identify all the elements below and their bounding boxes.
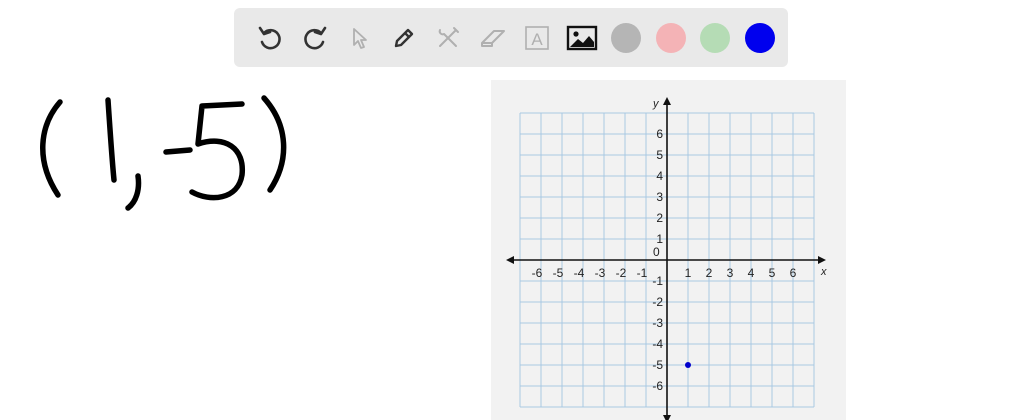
undo-icon (258, 26, 282, 49)
y-tick-label: 5 (656, 148, 663, 162)
y-tick-label: -4 (652, 337, 663, 351)
x-tick-label: -4 (574, 266, 585, 280)
coordinate-plane: -6 -5 -4 -3 -2 -1 1 2 3 4 5 6654321-1-2-3-4-5-6 x y… (506, 97, 827, 420)
x-tick-label: -1 (637, 266, 648, 280)
coordinate-graph-panel: -6 -5 -4 -3 -2 -1 1 2 3 4 5 6 6 5 4 3 2 1 -1 -2 -3 -4 -5 -6 x y… (491, 80, 846, 420)
color-red-button[interactable] (649, 16, 694, 60)
drawing-toolbar: A (234, 8, 788, 67)
x-axis-arrow-left (506, 256, 514, 264)
y-axis-arrow-down (663, 415, 671, 420)
tools-icon (438, 26, 460, 47)
svg-text:A: A (532, 30, 544, 49)
x-tick-label: -3 (595, 266, 606, 280)
color-gray-button[interactable] (604, 16, 649, 60)
pen-icon (394, 28, 413, 47)
pen-button[interactable] (382, 16, 427, 60)
eraser-icon (480, 29, 505, 47)
image-button[interactable] (560, 16, 605, 60)
color-swatch-green (700, 22, 731, 53)
eraser-button[interactable] (471, 16, 516, 60)
y-tick-label: 6 (656, 127, 663, 141)
y-axis-arrow-up (663, 97, 671, 105)
color-green-button[interactable] (693, 16, 738, 60)
y-tick-label: -1 (652, 274, 663, 288)
select-button[interactable] (337, 16, 382, 60)
y-tick-label: 1 (656, 232, 663, 246)
color-swatch-blue (744, 22, 775, 53)
undo-button[interactable] (248, 16, 293, 60)
x-tick-label: 6 (790, 266, 797, 280)
x-tick-label: 3 (727, 266, 734, 280)
y-tick-label: 2 (656, 211, 663, 225)
y-tick-label: -6 (652, 379, 663, 393)
y-tick-label: -5 (652, 358, 663, 372)
color-swatch-red (655, 22, 686, 53)
y-tick-label: 3 (656, 190, 663, 204)
tools-button[interactable] (426, 16, 471, 60)
x-tick-label: -6 (532, 266, 543, 280)
image-icon (566, 25, 597, 50)
color-swatch-gray (611, 22, 642, 53)
x-tick-label: -5 (553, 266, 564, 280)
redo-icon (303, 26, 327, 49)
text-icon: A (525, 25, 550, 50)
x-axis-arrow-right (818, 256, 826, 264)
origin-label: 0 (653, 245, 660, 259)
y-tick-label: 4 (656, 169, 663, 183)
redo-button[interactable] (293, 16, 338, 60)
x-tick-label: 1 (685, 266, 692, 280)
plotted-point (685, 362, 691, 368)
x-tick-label: -2 (616, 266, 627, 280)
x-tick-label: 4 (748, 266, 755, 280)
select-pointer-icon (353, 27, 368, 49)
x-tick-label: 2 (706, 266, 713, 280)
text-button[interactable]: A (515, 16, 560, 60)
y-axis-label: y (652, 98, 660, 110)
y-tick-label: -3 (652, 316, 663, 330)
x-axis-label: x (820, 266, 827, 278)
y-tick-label: -2 (652, 295, 663, 309)
handwritten-coordinate (20, 80, 310, 220)
color-blue-button[interactable] (738, 16, 783, 60)
handwritten-ordered-pair (40, 95, 287, 211)
x-tick-label: 5 (769, 266, 776, 280)
